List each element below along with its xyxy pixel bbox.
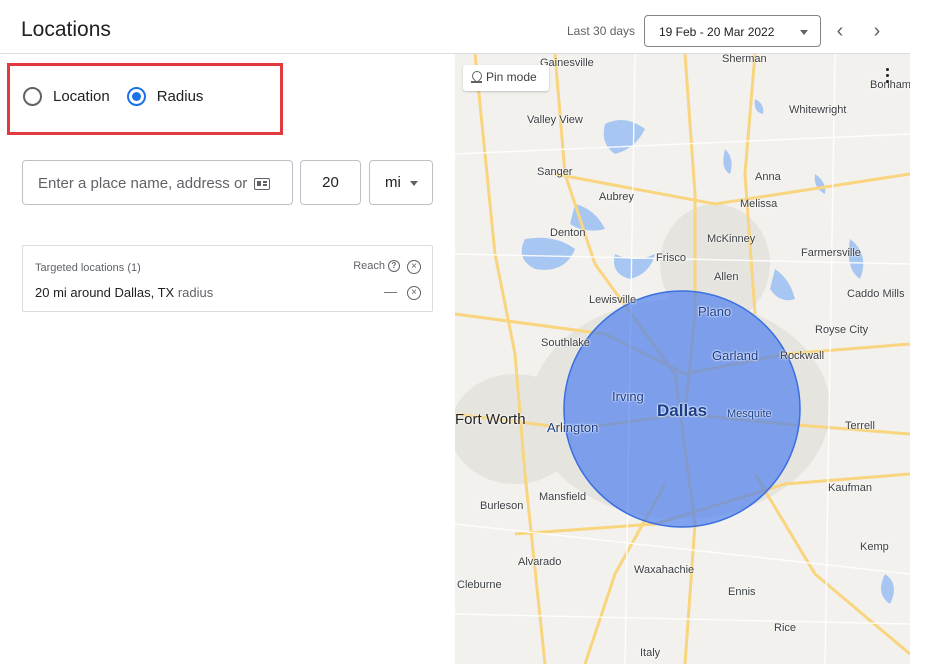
radius-radio-label[interactable]: Radius (157, 88, 204, 105)
unit-select-value: mi (385, 174, 401, 191)
map-label: Farmersville (801, 247, 861, 259)
unit-select[interactable]: mi (369, 160, 433, 205)
map-label: Caddo Mills (847, 288, 905, 300)
targeted-location-suffix: radius (177, 285, 214, 300)
map-label: Kemp (860, 541, 889, 553)
contact-card-icon[interactable] (254, 178, 270, 190)
remove-all-icon[interactable]: × (407, 260, 421, 274)
page-header: Locations Last 30 days 19 Feb - 20 Mar 2… (0, 0, 910, 54)
map-label: Allen (714, 271, 739, 283)
date-range-label: Last 30 days (567, 24, 636, 38)
help-icon[interactable]: ? (388, 260, 400, 272)
map-label: Alvarado (518, 556, 562, 568)
map-label: Frisco (656, 252, 686, 264)
map-label: Sherman (722, 54, 767, 65)
page-title: Locations (21, 18, 111, 41)
targeted-location-row: 20 mi around Dallas, TX radius (35, 285, 213, 300)
place-search-input[interactable]: Enter a place name, address or (22, 160, 293, 205)
map-label: Plano (698, 304, 732, 319)
date-range-value: 19 Feb - 20 Mar 2022 (659, 25, 775, 39)
map-label: Fort Worth (455, 411, 526, 428)
map-label: Terrell (845, 420, 875, 432)
map-label: Lewisville (589, 294, 637, 306)
location-radio-label[interactable]: Location (53, 88, 110, 105)
pin-mode-label: Pin mode (486, 70, 537, 84)
date-range-select[interactable]: 19 Feb - 20 Mar 2022 (644, 15, 821, 47)
targeted-location-text: 20 mi around Dallas, TX (35, 285, 175, 300)
more-options-icon[interactable] (884, 68, 892, 88)
map-label: Royse City (815, 324, 869, 336)
map-label: Whitewright (789, 104, 847, 116)
dropdown-arrow-icon (410, 181, 418, 186)
targeted-locations-panel: Targeted locations (1) Reach ? × 20 mi a… (22, 245, 433, 312)
radius-value-input[interactable]: 20 (300, 160, 361, 205)
map-view[interactable]: Gainesville Sherman Bonham Valley View W… (455, 54, 910, 664)
map-label: Burleson (480, 500, 524, 512)
map-label: Cleburne (457, 579, 502, 591)
map-label: Italy (640, 647, 661, 659)
dropdown-arrow-icon (800, 30, 808, 35)
map-label: Southlake (541, 337, 590, 349)
targeted-location-reach: — (384, 284, 397, 299)
map-label: Mansfield (539, 491, 587, 503)
map-label: McKinney (707, 233, 756, 245)
reach-label: Reach (353, 260, 385, 272)
chevron-right-icon[interactable]: › (863, 16, 891, 46)
map-label: Waxahachie (634, 564, 695, 576)
map-label: Irving (612, 389, 644, 404)
map-label: Aubrey (599, 191, 634, 203)
location-radio[interactable] (23, 86, 42, 106)
remove-location-icon[interactable]: × (407, 286, 421, 300)
map-label: Anna (755, 171, 781, 183)
chevron-left-icon[interactable]: ‹ (826, 16, 854, 46)
targeting-mode-radio-group: Location Radius (23, 86, 220, 106)
targeted-locations-header: Targeted locations (1) (35, 262, 141, 274)
pin-icon (471, 71, 482, 83)
map-label: Rice (774, 622, 797, 634)
map-label: Rockwall (780, 350, 825, 362)
map-label: Melissa (740, 198, 778, 210)
radius-radio[interactable] (126, 86, 146, 106)
pin-mode-button[interactable]: Pin mode (463, 65, 549, 91)
map-label: Sanger (537, 166, 573, 178)
map-label: Ennis (728, 586, 756, 598)
place-search-placeholder: Enter a place name, address or (38, 175, 248, 192)
map-label: Denton (550, 227, 586, 239)
map-label: Valley View (527, 114, 583, 126)
map-label: Garland (712, 348, 759, 363)
map-label: Kaufman (828, 482, 873, 494)
map-label: Arlington (547, 420, 599, 435)
map-label: Mesquite (727, 408, 772, 420)
map-label: Dallas (657, 401, 708, 420)
